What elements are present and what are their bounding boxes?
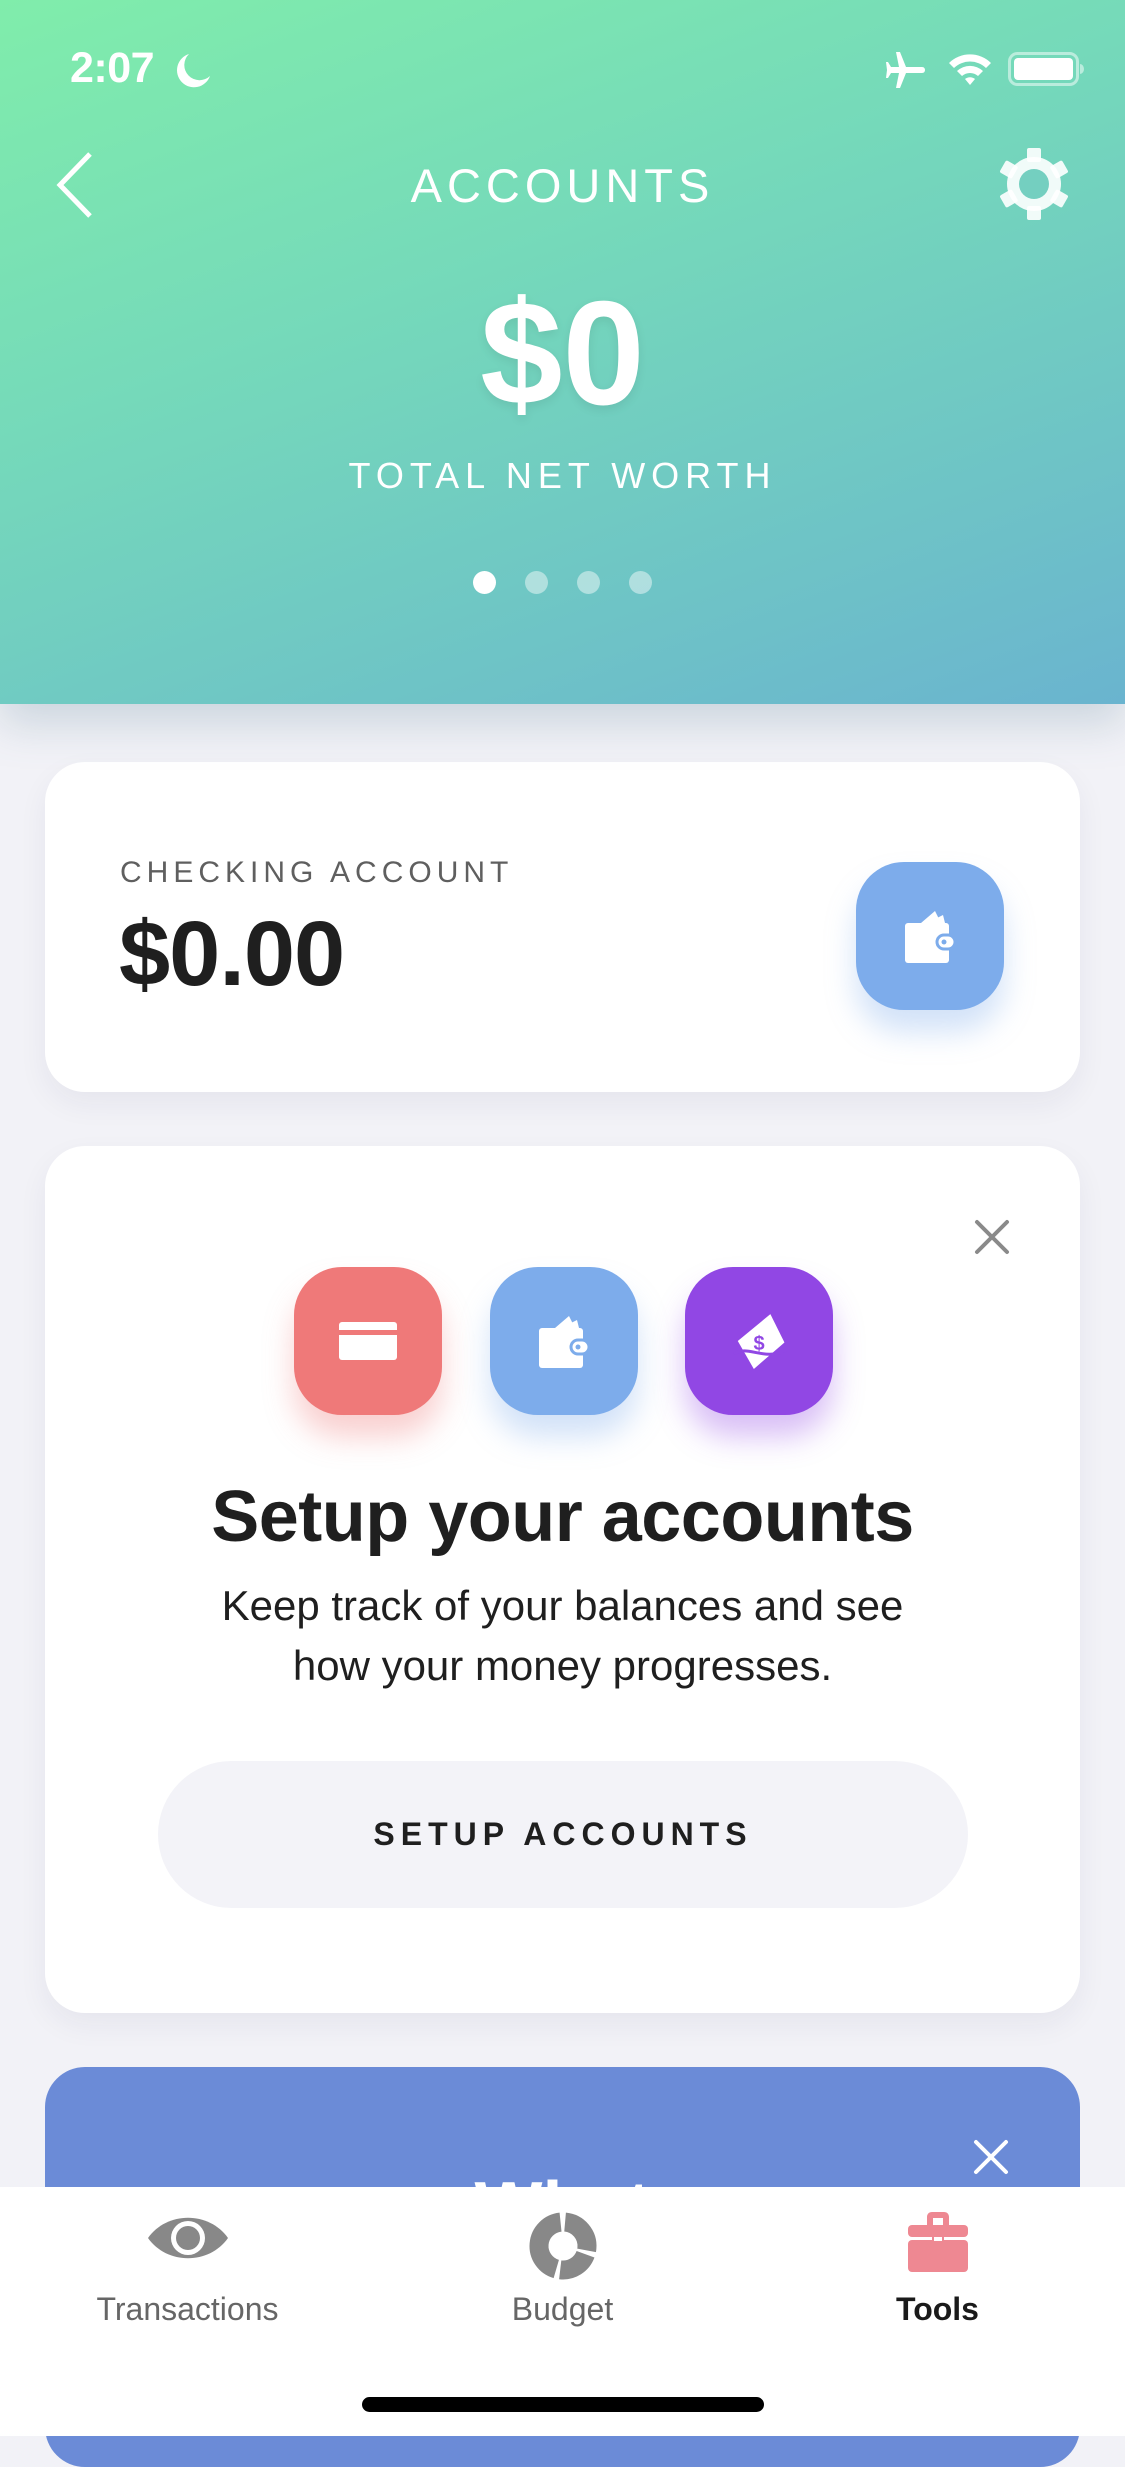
net-worth-label: TOTAL NET WORTH — [348, 455, 777, 496]
checking-account-card[interactable]: CHECKING ACCOUNT $0.00 — [45, 762, 1080, 1092]
airplane-icon — [886, 52, 925, 88]
tab-bar: Transactions Budget Tools — [0, 2187, 1125, 2436]
setup-description: Keep track of your balances and see how … — [221, 1582, 904, 1689]
home-indicator[interactable] — [362, 2397, 764, 2412]
account-label: CHECKING ACCOUNT — [120, 856, 514, 889]
battery-icon — [1008, 52, 1084, 86]
net-worth-amount: $0 — [480, 271, 645, 436]
page-dot[interactable] — [473, 571, 496, 594]
tab-transactions[interactable]: Transactions — [0, 2187, 375, 2357]
page-dot[interactable] — [629, 571, 652, 594]
wallet-icon-badge — [856, 862, 1004, 1010]
page-indicator — [0, 571, 1125, 594]
page-title: ACCOUNTS — [410, 159, 715, 212]
cash-hand-icon: $ — [733, 1314, 787, 1369]
credit-card-icon — [339, 1322, 397, 1360]
account-balance: $0.00 — [119, 903, 345, 1005]
page-dot[interactable] — [577, 571, 600, 594]
tab-label: Budget — [511, 2291, 614, 2327]
donut-chart-icon — [529, 2212, 596, 2280]
setup-title: Setup your accounts — [211, 1477, 914, 1557]
gear-icon[interactable] — [996, 146, 1072, 222]
page-dot[interactable] — [525, 571, 548, 594]
cash-badge: $ — [685, 1267, 833, 1415]
tab-label: Tools — [896, 2291, 979, 2327]
tab-budget[interactable]: Budget — [375, 2187, 750, 2357]
eye-icon — [147, 2217, 228, 2259]
wallet-badge — [490, 1267, 638, 1415]
wifi-icon — [949, 54, 991, 85]
tab-label: Transactions — [96, 2291, 279, 2327]
close-icon[interactable] — [967, 1212, 1017, 1262]
tab-tools[interactable]: Tools — [750, 2187, 1125, 2357]
setup-accounts-card: $ Setup your accounts Keep track of your… — [45, 1146, 1080, 2013]
credit-card-badge — [294, 1267, 442, 1415]
moon-icon — [177, 54, 210, 88]
setup-accounts-button[interactable]: SETUP ACCOUNTS — [158, 1761, 968, 1908]
header: 2:07 ACCOUNTS $0 TOTAL NET WORTH — [0, 0, 1125, 704]
wallet-icon — [539, 1316, 591, 1368]
wallet-icon — [905, 911, 957, 963]
toolbox-icon — [907, 2212, 968, 2272]
status-time: 2:07 — [70, 44, 155, 92]
